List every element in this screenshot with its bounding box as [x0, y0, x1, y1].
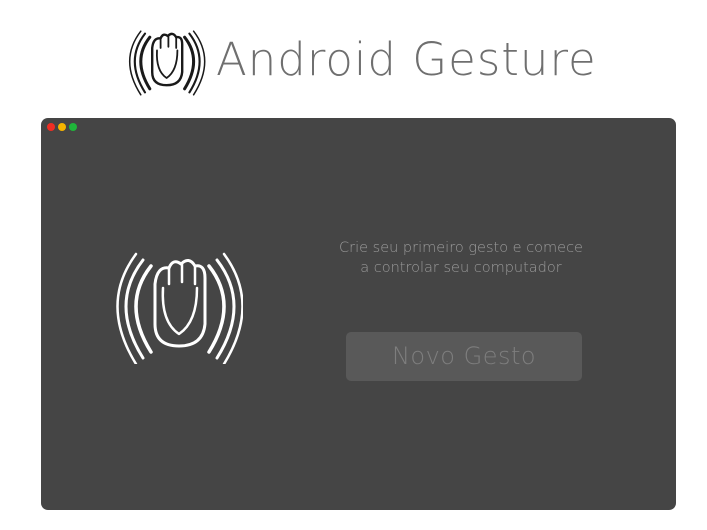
empty-state-line-2: a controlar seu computador [360, 260, 562, 276]
gesture-hand-icon [129, 30, 206, 96]
minimize-window-button[interactable] [58, 123, 66, 131]
window-controls [47, 123, 77, 131]
close-window-button[interactable] [47, 123, 55, 131]
page: Android Gesture Crie seu primeiro gesto … [0, 0, 707, 530]
gesture-hand-icon [116, 252, 243, 364]
new-gesture-button[interactable]: Novo Gesto [346, 332, 582, 381]
app-header: Android Gesture [0, 18, 707, 98]
app-title: Android Gesture [216, 33, 597, 86]
empty-state-message: Crie seu primeiro gesto e comece a contr… [281, 238, 641, 278]
maximize-window-button[interactable] [69, 123, 77, 131]
app-window: Crie seu primeiro gesto e comece a contr… [41, 118, 676, 510]
empty-state-line-1: Crie seu primeiro gesto e comece [339, 240, 583, 256]
